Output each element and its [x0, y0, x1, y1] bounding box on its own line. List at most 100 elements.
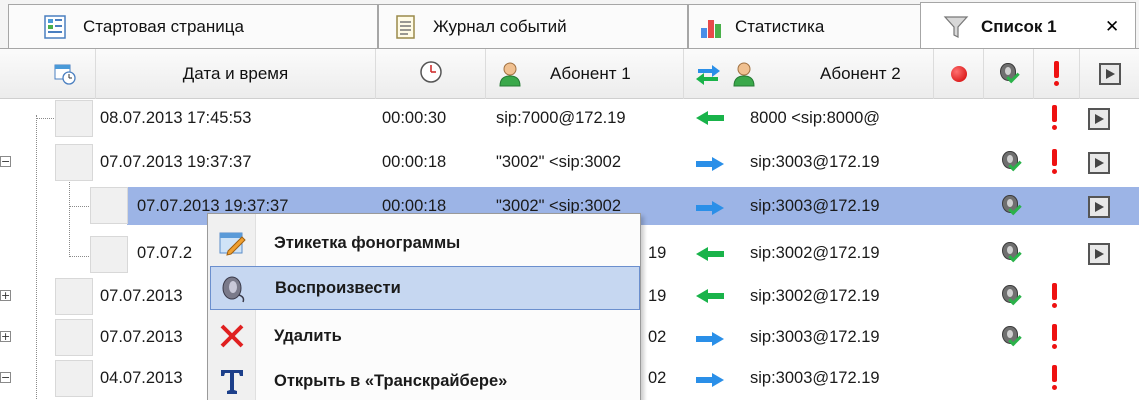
- clock-icon: [419, 60, 443, 89]
- menu-item-delete[interactable]: Удалить: [210, 314, 640, 358]
- menu-item-label: Удалить: [274, 326, 342, 345]
- header-subscriber-1[interactable]: Абонент 1: [486, 49, 684, 99]
- menu-item-label: Этикетка фонограммы: [274, 233, 461, 252]
- user-icon: [498, 61, 522, 92]
- header-important[interactable]: [1034, 49, 1080, 99]
- filter-funnel-icon: [943, 14, 969, 40]
- listened-ear-icon: [1000, 150, 1022, 174]
- menu-item-play[interactable]: Воспроизвести: [210, 266, 640, 310]
- menu-item-label: Открыть в «Транскрайбере»: [274, 371, 508, 390]
- menu-item-edit-label[interactable]: Этикетка фонограммы: [210, 221, 640, 265]
- tab-bar: Стартовая страница Журнал событий Статис…: [0, 0, 1139, 50]
- header-record[interactable]: [934, 49, 984, 99]
- context-menu: Этикетка фонограммы Воспроизвести Удалит…: [207, 213, 641, 400]
- video-film-icon: [1098, 63, 1121, 85]
- play-sound-icon: [219, 275, 247, 303]
- bar-chart-icon: [699, 14, 725, 40]
- important-exclamation-icon: [1053, 61, 1061, 87]
- duration-cell: 00:00:18: [382, 152, 447, 171]
- header-tree-column[interactable]: [0, 49, 96, 99]
- row-header: [90, 187, 128, 224]
- menu-item-open-transcriber[interactable]: Открыть в «Транскрайбере»: [210, 359, 640, 400]
- subscriber-1-cell: 02: [648, 327, 667, 346]
- header-duration[interactable]: [376, 49, 486, 99]
- tab-event-log[interactable]: Журнал событий: [378, 4, 688, 49]
- tab-list-1[interactable]: Список 1 ✕: [920, 2, 1136, 50]
- tab-label: Список 1: [981, 16, 1057, 36]
- datetime-cell: 07.07.2: [137, 243, 193, 262]
- menu-item-label: Воспроизвести: [275, 278, 401, 297]
- header-subscriber-1-label: Абонент 1: [550, 64, 631, 83]
- tab-statistics[interactable]: Статистика: [688, 4, 928, 49]
- row-header: [55, 278, 93, 315]
- video-film-icon[interactable]: [1088, 196, 1110, 218]
- video-film-icon[interactable]: [1088, 152, 1110, 174]
- edit-label-icon: [218, 229, 246, 257]
- datetime-cell: 07.07.2013: [100, 327, 183, 346]
- header-video[interactable]: [1080, 49, 1139, 99]
- header-datetime-label: Дата и время: [182, 64, 289, 83]
- subscriber-2-cell: 8000 <sip:8000@: [750, 108, 881, 127]
- expand-toggle[interactable]: +: [0, 290, 11, 301]
- incoming-arrow-icon: [696, 111, 724, 125]
- header-subscriber-2[interactable]: Абонент 2: [684, 49, 934, 99]
- important-exclamation-icon: [1051, 283, 1059, 309]
- duration-cell: 00:00:30: [382, 108, 447, 127]
- video-film-icon[interactable]: [1088, 108, 1110, 130]
- video-film-icon[interactable]: [1088, 243, 1110, 265]
- start-page-icon: [43, 14, 69, 40]
- listened-ear-icon: [1000, 194, 1022, 218]
- listened-ear-icon: [1000, 325, 1022, 349]
- table-row[interactable]: − 07.07.2013 19:37:37 00:00:18 "3002" <s…: [0, 143, 1139, 181]
- subscriber-2-cell: sip:3003@172.19: [750, 327, 880, 346]
- outgoing-arrow-icon: [696, 332, 724, 346]
- row-header: [55, 319, 93, 356]
- expand-toggle[interactable]: +: [0, 331, 11, 342]
- event-log-icon: [393, 14, 419, 40]
- datetime-cell: 04.07.2013: [100, 368, 183, 387]
- swap-direction-icon: [694, 61, 722, 92]
- important-exclamation-icon: [1051, 149, 1059, 175]
- tab-label: Стартовая страница: [83, 17, 244, 36]
- tab-label: Статистика: [735, 17, 825, 36]
- datetime-cell: 07.07.2013: [100, 286, 183, 305]
- transcriber-icon: [218, 367, 246, 395]
- subscriber-2-cell: sip:3003@172.19: [750, 152, 880, 171]
- record-dot-icon: [950, 66, 967, 82]
- important-exclamation-icon: [1051, 105, 1059, 131]
- header-listened[interactable]: [984, 49, 1034, 99]
- important-exclamation-icon: [1051, 365, 1059, 391]
- collapse-toggle[interactable]: −: [0, 156, 11, 167]
- subscriber-1-cell: 19: [648, 243, 667, 262]
- user-icon: [732, 61, 756, 92]
- row-header: [90, 236, 128, 273]
- important-exclamation-icon: [1051, 324, 1059, 350]
- collapse-toggle[interactable]: −: [0, 372, 11, 383]
- listened-ear-icon: [1000, 284, 1022, 308]
- column-header: Дата и время Абонент 1 Абонент 2: [0, 49, 1139, 99]
- table-row[interactable]: 08.07.2013 17:45:53 00:00:30 sip:7000@17…: [0, 99, 1139, 137]
- row-header: [55, 144, 93, 181]
- tab-start-page[interactable]: Стартовая страница: [8, 4, 378, 49]
- calendar-clock-icon: [54, 63, 76, 85]
- tab-label: Журнал событий: [433, 17, 567, 36]
- subscriber-1-cell: sip:7000@172.19: [496, 108, 626, 127]
- header-datetime[interactable]: Дата и время: [96, 49, 376, 99]
- row-header: [55, 360, 93, 397]
- subscriber-2-cell: sip:3003@172.19: [750, 368, 880, 387]
- subscriber-2-cell: sip:3003@172.19: [750, 196, 880, 215]
- subscriber-2-cell: sip:3002@172.19: [750, 243, 880, 262]
- outgoing-arrow-icon: [696, 201, 724, 215]
- incoming-arrow-icon: [696, 289, 724, 303]
- row-header: [55, 100, 93, 137]
- listened-ear-icon: [998, 62, 1020, 86]
- subscriber-1-cell: "3002" <sip:3002: [496, 152, 622, 171]
- delete-icon: [218, 322, 246, 350]
- subscriber-2-cell: sip:3002@172.19: [750, 286, 880, 305]
- listened-ear-icon: [1000, 241, 1022, 265]
- incoming-arrow-icon: [696, 247, 724, 261]
- subscriber-1-cell: 02: [648, 368, 667, 387]
- close-tab-icon[interactable]: ✕: [1105, 17, 1119, 37]
- datetime-cell: 07.07.2013 19:37:37: [100, 152, 252, 171]
- outgoing-arrow-icon: [696, 157, 724, 171]
